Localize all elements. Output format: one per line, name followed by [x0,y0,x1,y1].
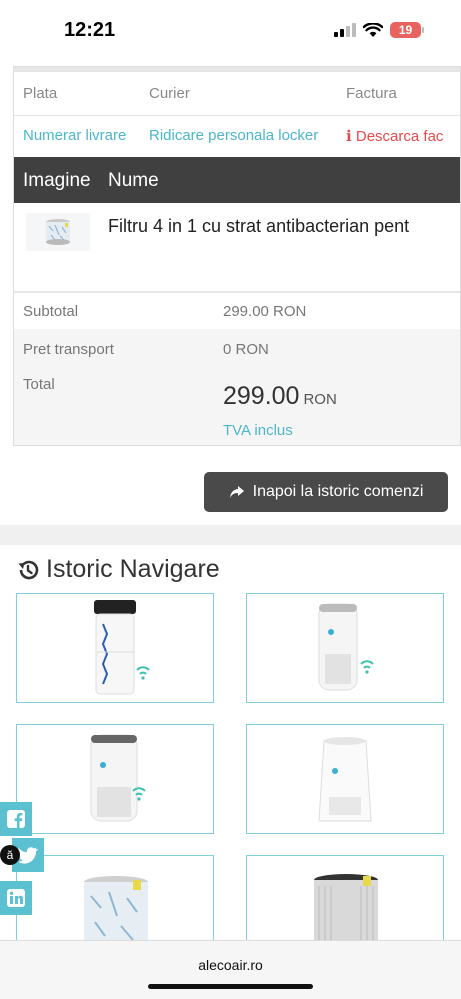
history-icon [18,560,39,579]
download-invoice-label: Descarca fac [355,128,444,145]
filter-cartridge-image [84,876,148,944]
vat-note: TVA inclus [223,422,293,439]
facebook-share-button[interactable] [0,802,32,836]
courier-header: Curier [149,85,190,102]
linkedin-icon [7,889,25,907]
section-divider [0,525,461,545]
air-purifier-image [318,603,374,691]
courier-value: Ridicare personala locker [149,127,319,144]
subtotal-row: Subtotal 299.00 RON [14,293,460,329]
product-image[interactable] [26,213,90,251]
col-image-header: Imagine [23,170,91,191]
wifi-icon [363,22,383,37]
air-purifier-image [90,734,146,822]
product-name[interactable]: Filtru 4 in 1 cu strat antibacterian pen… [108,216,409,237]
total-row: Total 299.00 RON TVA inclus [14,368,460,445]
total-amount-wrap: 299.00 RON [223,382,337,411]
back-button-label: Inapoi la istoric comenzi [252,483,424,500]
total-currency: RON [303,391,337,408]
chat-bubble[interactable]: ă [0,845,20,865]
transport-value: 0 RON [223,341,269,358]
transport-label: Pret transport [23,341,114,358]
history-product-card[interactable] [246,855,444,945]
panel-top-border [14,67,460,72]
payment-header: Plata [23,85,58,102]
twitter-icon [18,847,38,864]
air-purifier-image [318,737,372,822]
status-time: 12:21 [64,19,116,41]
col-name-header: Nume [108,170,159,191]
filter-cartridge-image [46,219,70,245]
history-title-label: Istoric Navigare [46,555,220,583]
subtotal-value: 299.00 RON [223,303,307,320]
invoice-header: Factura [346,85,397,102]
download-invoice-link[interactable]: ℹ Descarca fac [346,127,443,145]
history-product-card[interactable] [246,724,444,834]
total-label: Total [23,376,55,393]
url-text[interactable]: alecoair.ro [0,957,461,973]
linkedin-share-button[interactable] [0,881,32,915]
cellular-signal-icon [334,23,356,37]
history-product-card[interactable] [16,593,214,703]
history-product-card[interactable] [16,724,214,834]
history-product-card[interactable] [246,593,444,703]
battery-icon: 19 [390,22,424,38]
dehumidifier-image [94,600,150,695]
subtotal-label: Subtotal [23,303,79,320]
order-details-panel: Plata Curier Factura Numerar livrare Rid… [13,66,461,446]
total-amount: 299.00 [223,382,300,410]
payment-value: Numerar livrare [23,127,127,144]
order-totals: Subtotal 299.00 RON Pret transport 0 RON… [14,291,460,445]
product-table-header: Imagine Nume [14,157,460,203]
browser-address-bar[interactable]: alecoair.ro [0,940,461,999]
filter-cartridge-image [314,874,378,944]
facebook-icon [7,810,25,828]
home-indicator[interactable] [148,984,313,989]
transport-row: Pret transport 0 RON [14,329,460,368]
status-bar: 12:21 19 [0,0,461,62]
status-icons: 19 [334,22,424,38]
history-product-card[interactable] [16,855,214,945]
back-to-order-history-button[interactable]: Inapoi la istoric comenzi [204,472,448,512]
divider [14,115,460,116]
share-arrow-icon [229,486,244,498]
info-icon: ℹ [346,128,352,145]
browsing-history-title: Istoric Navigare [16,555,220,584]
